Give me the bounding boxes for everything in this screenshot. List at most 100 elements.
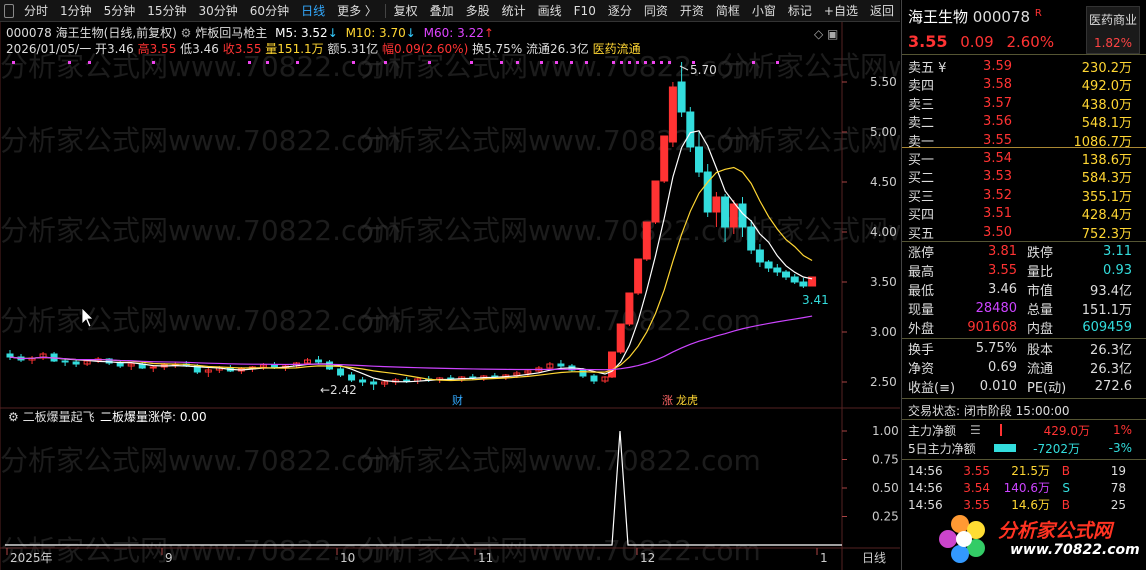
signal-dot (776, 61, 779, 64)
tab-30min[interactable]: 30分钟 (193, 0, 244, 22)
tick-time: 14:56 (908, 463, 943, 478)
quote-title: 海王生物 000078 R (908, 6, 1042, 27)
tab-daily[interactable]: 日线 (295, 0, 331, 22)
stat-value: 3.55 (988, 263, 1017, 278)
small-window-button[interactable]: 小窗 (746, 0, 782, 22)
jiankuang-button[interactable]: 简框 (710, 0, 746, 22)
settings-icon[interactable]: ⚙ (181, 26, 192, 40)
signal-dot (620, 61, 623, 64)
chart-axes: 5.50 5.00 4.50 4.00 3.50 3.00 2.50 1.00 0.75 0.50… (0, 22, 900, 570)
signal-dot (500, 61, 503, 64)
stats-block-1: 涨停 3.81 跌停 3.11 最高 3.55 量比 0.93 最低 3.46 市值 93.4亿 现量 2… (902, 242, 1142, 337)
bid-row[interactable]: 买二 3.53 584.3万 (902, 168, 1142, 186)
ask-row[interactable]: 卖五 ¥ 3.59 230.2万 (902, 57, 1142, 76)
tab-5min[interactable]: 5分钟 (98, 0, 142, 22)
stats-button[interactable]: 统计 (496, 0, 532, 22)
signal-dot (644, 61, 647, 64)
tab-15min[interactable]: 15分钟 (141, 0, 192, 22)
indicator-name[interactable]: 炸板回马枪主 (195, 26, 267, 40)
tick-time: 14:56 (908, 480, 943, 495)
candle-body (668, 86, 677, 143)
f10-button[interactable]: F10 (568, 0, 602, 22)
price-change: 0.09 (960, 33, 994, 51)
draw-button[interactable]: 画线 (532, 0, 568, 22)
tick-volume: 21.5万 (1011, 464, 1050, 478)
candle-body (6, 353, 14, 358)
tab-60min[interactable]: 60分钟 (244, 0, 295, 22)
candle-body (557, 363, 565, 367)
bid-row[interactable]: 买三 3.52 355.1万 (902, 186, 1142, 205)
bid-row[interactable]: 买五 3.50 752.3万 (902, 223, 1142, 242)
candle-body (403, 379, 411, 382)
candle-body (660, 135, 669, 182)
toolbar-divider (384, 3, 386, 18)
tab-fenshi[interactable]: 分时 (18, 0, 54, 22)
main-net-5d-pct: -3% (1108, 441, 1132, 455)
signal-dot (516, 61, 519, 64)
stat-row: 现量 28480 总量 151.1万 (902, 299, 1142, 318)
add-watchlist-button[interactable]: +自选 (818, 0, 864, 22)
stat-value: 26.3亿 (1090, 362, 1132, 377)
ask-volume: 492.0万 (1081, 79, 1132, 95)
zhufen-button[interactable]: 逐分 (602, 0, 638, 22)
tab-more[interactable]: 更多 〉 (331, 0, 383, 22)
stat-label: 市值 (1027, 284, 1054, 299)
bid-row[interactable]: 买一 3.54 138.6万 (902, 149, 1142, 168)
menu-icon[interactable] (4, 3, 14, 18)
stat-row: 净资 0.69 流通 26.3亿 (902, 358, 1142, 377)
tick-list: 14:56 3.55 21.5万 B 19 14:56 3.54 140.6万 S 78 14:56… (902, 462, 1142, 513)
tag-longhu: 龙虎 (676, 394, 698, 407)
ask-label: 卖二 (908, 116, 935, 132)
ask-label: 卖三 (908, 97, 935, 113)
tick-count: 19 (1110, 463, 1126, 478)
tongzi-button[interactable]: 同资 (638, 0, 674, 22)
signal-dot (570, 61, 573, 64)
ma10-arrow: ↓ (405, 26, 416, 40)
kaizi-button[interactable]: 开资 (674, 0, 710, 22)
sub-y-tick-label: 0.75 (872, 453, 899, 467)
tick-count: 78 (1110, 480, 1126, 495)
kline-chart[interactable]: 分析家公式网www.70822.com分析家公式网www.70822.com分析… (0, 22, 900, 570)
back-button[interactable]: 返回 (864, 0, 900, 22)
industry-box[interactable]: 医药商业 1.82% (1086, 6, 1140, 54)
divider (902, 54, 1146, 55)
candle-body (677, 81, 686, 113)
ask-price: 3.58 (983, 77, 1012, 93)
stat-row: 外盘 901608 内盘 609459 (902, 318, 1142, 337)
ohlc-line: 2026/01/05/一 开3.46 高3.55 低3.46 收3.55 量15… (6, 40, 641, 57)
signal-dot (152, 61, 155, 64)
ask-row[interactable]: 卖四 3.58 492.0万 (902, 76, 1142, 95)
candle-body (764, 261, 773, 269)
watermark-text: 分析家公式网www.70822.com (0, 214, 401, 247)
signal-dot (636, 61, 639, 64)
sub-indicator-value: 二板爆量涨停: 0.00 (100, 409, 207, 424)
overlay-button[interactable]: 叠加 (424, 0, 460, 22)
candle-body (634, 258, 643, 294)
stat-value: 151.1万 (1081, 303, 1132, 318)
close-label: 收3.55 (222, 42, 262, 56)
bid-price: 3.53 (983, 169, 1012, 185)
bid-price: 3.51 (983, 206, 1012, 222)
ask-row[interactable]: 卖二 3.56 548.1万 (902, 113, 1142, 132)
signal-dot (470, 61, 473, 64)
x-tick-label: 9 (165, 551, 173, 565)
candle-body (116, 362, 124, 367)
ask-row[interactable]: 卖三 3.57 438.0万 (902, 94, 1142, 113)
fuquan-button[interactable]: 复权 (388, 0, 424, 22)
open-label: 开3.46 (95, 42, 134, 56)
bid-price: 3.50 (983, 224, 1012, 240)
mark-button[interactable]: 标记 (782, 0, 818, 22)
chart-toolbar: 分时 1分钟 5分钟 15分钟 30分钟 60分钟 日线 更多 〉 复权 叠加 … (0, 0, 900, 22)
sector-label[interactable]: 医药流通 (593, 42, 641, 56)
tab-1min[interactable]: 1分钟 (54, 0, 98, 22)
candle-body (608, 351, 616, 378)
tag-limit-up: 涨 (662, 394, 673, 407)
stat-label: 流通 (1027, 362, 1054, 377)
multi-stock-button[interactable]: 多股 (460, 0, 496, 22)
list-icon[interactable]: ☰ (970, 423, 982, 437)
candle-body (642, 221, 651, 260)
stock-code: 000078 (6, 26, 52, 40)
signal-dot (248, 61, 251, 64)
bid-row[interactable]: 买四 3.51 428.4万 (902, 205, 1142, 223)
tick-row: 14:56 3.54 140.6万 S 78 (902, 479, 1142, 496)
